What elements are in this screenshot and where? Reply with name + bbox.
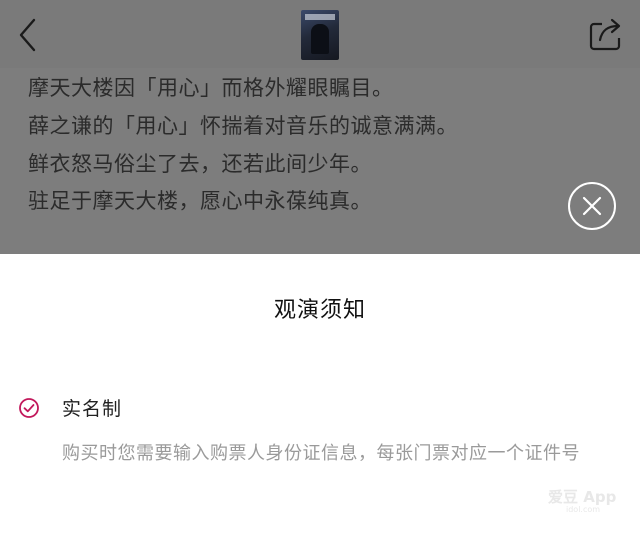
show-poster-thumbnail: [301, 10, 339, 60]
sheet-title: 观演须知: [273, 298, 366, 323]
notice-bottom-sheet: 观演须知 实名制 购买时您需要输入购票人身份证信息，每张门票对应一个证件号: [0, 254, 640, 539]
check-circle-icon: [18, 397, 40, 419]
chevron-left-icon: [19, 18, 36, 52]
rule-title: 实名制: [62, 398, 123, 420]
show-description-background: 摩天大楼因「用心」而格外耀眼瞩目。 薛之谦的「用心」怀揣着对音乐的诚意满满。 鲜…: [0, 68, 640, 254]
description-line: 薛之谦的「用心」怀揣着对音乐的诚意满满。: [28, 114, 458, 138]
rule-description: 购买时您需要输入购票人身份证信息，每张门票对应一个证件号: [62, 443, 580, 464]
back-button[interactable]: [14, 16, 44, 54]
description-line: 摩天大楼因「用心」而格外耀眼瞩目。: [28, 76, 394, 100]
description-line: 鲜衣怒马俗尘了去，还若此间少年。: [28, 152, 372, 176]
app-watermark: 爱豆 App idol.com: [548, 486, 618, 518]
description-line: 驻足于摩天大楼，愿心中永葆纯真。: [28, 189, 372, 213]
share-icon: [589, 18, 621, 51]
close-icon: [582, 196, 602, 216]
share-button[interactable]: [588, 16, 624, 52]
close-button[interactable]: [568, 182, 616, 230]
watermark-subtext: idol.com: [566, 505, 601, 514]
top-navigation-bar: [0, 0, 640, 69]
watermark-text: 爱豆 App: [548, 488, 617, 506]
